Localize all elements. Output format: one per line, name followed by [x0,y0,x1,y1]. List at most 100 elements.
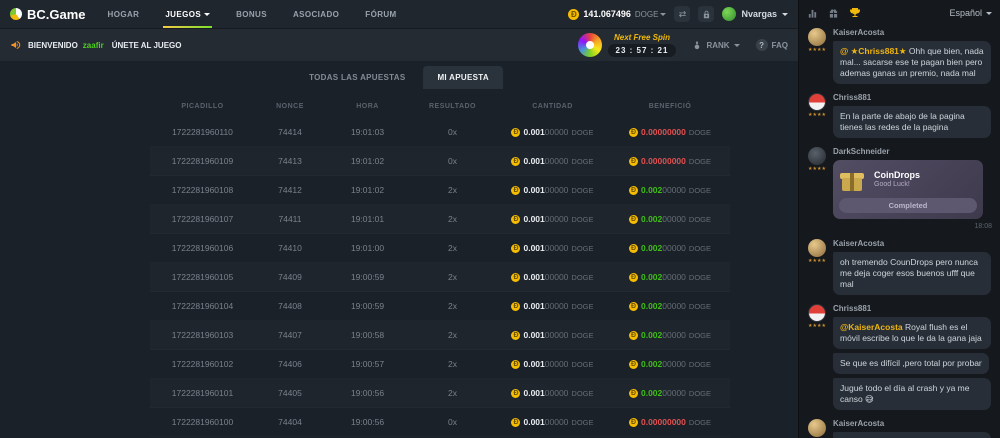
table-row[interactable]: 17222819601067441019:01:002xĐ0.00100000D… [150,234,730,263]
cell-result: 2x [410,243,495,253]
table-row[interactable]: 17222819601017440519:00:562xĐ0.00100000D… [150,379,730,408]
table-row[interactable]: 17222819601087441219:01:022xĐ0.00100000D… [150,176,730,205]
completed-button[interactable]: Completed [839,198,977,213]
value-main: 0.00100000 [523,417,568,427]
nav-item-juegos[interactable]: JUEGOS [165,0,210,28]
cell-nonce: 74414 [255,127,325,137]
chevron-down-icon [660,13,666,16]
table-row[interactable]: 17222819601047440819:00:592xĐ0.00100000D… [150,292,730,321]
cell-amount: Đ0.00100000DOGE [495,330,610,340]
avatar[interactable] [808,28,826,46]
nav-item-asociado[interactable]: ASOCIADO [293,0,339,28]
vault-icon[interactable] [698,6,714,22]
spin-wheel-icon [578,33,602,57]
avatar[interactable] [808,147,826,165]
nav-item-hogar[interactable]: HOGAR [108,0,140,28]
column-header: RESULTADO [410,103,495,110]
value-zeros: 00000 [662,359,686,369]
table-row[interactable]: 17222819601037440719:00:582xĐ0.00100000D… [150,321,730,350]
table-row[interactable]: 17222819601107441419:01:030xĐ0.00100000D… [150,118,730,147]
cell-profit: Đ0.00200000DOGE [610,272,730,282]
chat-message: oh tremendo CounDrops pero nunca me deja… [833,252,991,295]
tab-all-bets[interactable]: TODAS LAS APUESTAS [295,66,419,89]
doge-coin-icon: Đ [511,128,520,137]
coindrop-subtitle: Good Luck! [874,181,920,188]
avatar[interactable] [808,93,826,111]
chat-group-content: Chriss881En la parte de abajo de la pagi… [833,93,992,138]
nav-item-forum[interactable]: FÓRUM [365,0,396,28]
avatar[interactable] [808,419,826,437]
rank-dropdown[interactable]: RANK [692,40,739,50]
cell-nonce: 74411 [255,214,325,224]
doge-coin-icon: Đ [511,418,520,427]
gift-icon[interactable] [828,8,839,19]
currency-label: DOGE [689,186,711,195]
chat-username[interactable]: Chriss881 [833,304,871,313]
cell-profit: Đ0.00200000DOGE [610,359,730,369]
table-row[interactable]: 17222819601057440919:00:592xĐ0.00100000D… [150,263,730,292]
table-row[interactable]: 17222819601027440619:00:572xĐ0.00100000D… [150,350,730,379]
faq-button[interactable]: ? FAQ [756,39,788,51]
cell-amount: Đ0.00100000DOGE [495,243,610,253]
user-stars: ★★★★ [808,167,826,172]
cell-hash: 1722281960106 [150,243,255,253]
message-timestamp: 18:08 [974,223,992,230]
value-zeros: 00000 [545,301,569,311]
value-main: 0.00200000 [641,185,686,195]
chat-username[interactable]: DarkSchneider [833,147,889,156]
currency-label: DOGE [571,389,593,398]
user-stars: ★★★★ [808,324,826,329]
value-zeros: 00000 [662,388,686,398]
nav-item-label: JUEGOS [165,10,201,19]
coindrop-card[interactable]: CoinDropsGood Luck!Completed [833,160,983,219]
language-selector[interactable]: Español [949,8,992,18]
column-header: CANTIDAD [495,103,610,110]
join-game-label[interactable]: ÚNETE AL JUEGO [112,41,182,50]
currency-label: DOGE [571,418,593,427]
value-zeros: 00000 [662,185,686,195]
mention[interactable]: @ ★Chriss881★ [840,46,909,56]
chat-user-column: ★★★★ [807,304,827,410]
chat-group-content: Chriss881@KaiserAcosta Royal flush es el… [833,304,992,410]
cell-result: 0x [410,127,495,137]
chat-message-list[interactable]: ★★★★KaiserAcosta@ ★Chriss881★ Ohh que bi… [799,26,1000,438]
swap-icon[interactable]: ⇄ [674,6,690,22]
value-main: 0.00100000 [523,127,568,137]
avatar[interactable] [808,239,826,257]
table-row[interactable]: 17222819601007440419:00:560xĐ0.00100000D… [150,408,730,437]
chat-panel: Español ★★★★KaiserAcosta@ ★Chriss881★ Oh… [798,0,1000,438]
value-zeros: 00000 [545,417,569,427]
table-row[interactable]: 17222819601077441119:01:012xĐ0.00100000D… [150,205,730,234]
avatar[interactable] [808,304,826,322]
nav-item-bonus[interactable]: BONUS [236,0,267,28]
leaderboard-icon[interactable] [807,8,818,19]
value-zeros: 00000 [545,272,569,282]
welcomed-username[interactable]: zaafir [83,41,104,50]
value-main: 0.00000000 [641,417,686,427]
chat-username[interactable]: Chriss881 [833,93,871,102]
chat-username[interactable]: KaiserAcosta [833,419,884,428]
chat-username[interactable]: KaiserAcosta [833,239,884,248]
cell-time: 19:00:59 [325,272,410,282]
tab-my-bets[interactable]: MI APUESTA [423,66,502,89]
cell-amount: Đ0.00100000DOGE [495,272,610,282]
currency-label: DOGE [689,418,711,427]
top-navbar: BC.Game HOGAR JUEGOS BONUS ASOCIADO FÓRUM Đ … [0,0,798,28]
user-menu[interactable]: Nvargas [722,7,788,21]
cell-hash: 1722281960109 [150,156,255,166]
value-main: 0.00100000 [523,185,568,195]
chat-username[interactable]: KaiserAcosta [833,28,884,37]
cell-result: 0x [410,156,495,166]
doge-coin-icon: Đ [629,331,638,340]
table-row[interactable]: 17222819601097441319:01:020xĐ0.00100000D… [150,147,730,176]
logo[interactable]: BC.Game [10,7,86,22]
value-main: 0.00200000 [641,388,686,398]
free-spin-widget[interactable]: Next Free Spin 23 : 57 : 21 [578,33,677,57]
wallet-balance[interactable]: Đ 141.067496 DOGE [568,9,666,20]
doge-coin-icon: Đ [629,360,638,369]
mention[interactable]: @KaiserAcosta [840,322,905,332]
chat-group-content: KaiserAcosta@ ★Chriss881★ Jajaja pues si… [833,419,992,438]
trophy-icon[interactable] [849,7,861,19]
currency-label: DOGE [571,186,593,195]
chat-user-column: ★★★★ [807,239,827,295]
